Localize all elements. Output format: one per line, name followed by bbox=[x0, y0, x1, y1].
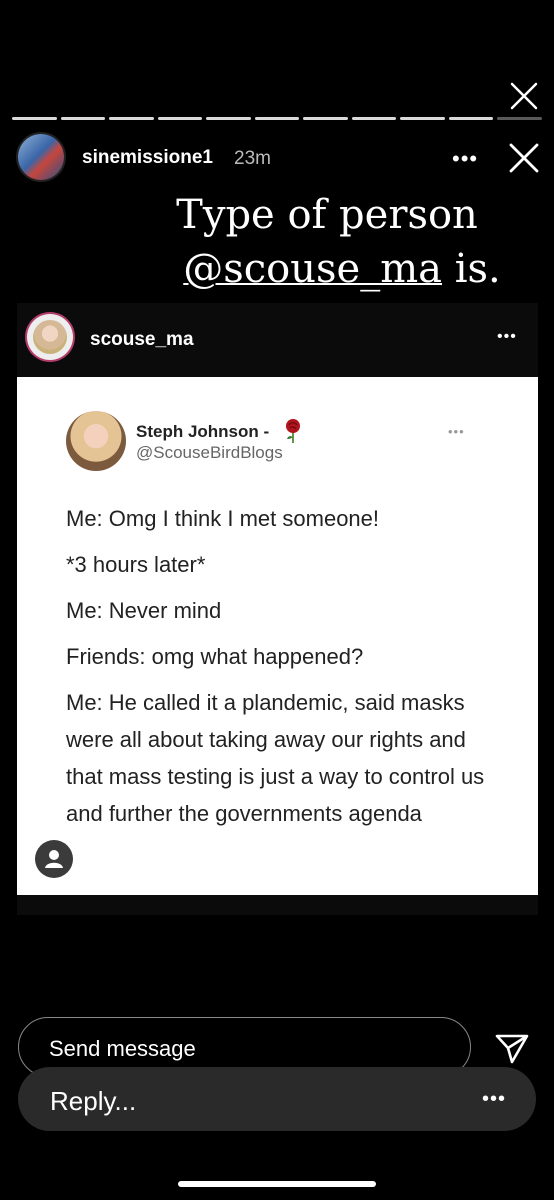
person-icon[interactable] bbox=[35, 840, 73, 878]
tweet-author-handle: @ScouseBirdBlogs bbox=[136, 443, 283, 462]
tweet-line: Me: Omg I think I met someone! bbox=[66, 506, 380, 531]
home-indicator[interactable] bbox=[178, 1181, 376, 1187]
more-icon[interactable]: ••• bbox=[482, 1088, 506, 1111]
send-message-placeholder[interactable]: Send message bbox=[49, 1036, 196, 1062]
more-icon[interactable]: ••• bbox=[452, 146, 478, 172]
tweet-line: Me: He called it a plandemic, said masks… bbox=[66, 690, 485, 826]
tweet-avatar bbox=[66, 411, 126, 471]
progress-segment bbox=[60, 117, 106, 120]
tweet-author-name: Steph Johnson - bbox=[136, 422, 270, 441]
post-username[interactable]: scouse_ma bbox=[90, 329, 194, 351]
story-time: 23m bbox=[234, 148, 271, 169]
story-caption: Type of person @scouse_ma is. bbox=[0, 188, 554, 296]
avatar[interactable] bbox=[18, 134, 64, 180]
reply-input[interactable]: Reply... bbox=[50, 1086, 136, 1117]
story-username[interactable]: sinemissione1 bbox=[82, 147, 213, 169]
progress-segment bbox=[303, 117, 348, 120]
close-icon[interactable] bbox=[506, 140, 542, 176]
caption-mention[interactable]: @scouse_ma bbox=[183, 246, 442, 292]
progress-segment bbox=[157, 117, 203, 120]
more-icon: ••• bbox=[448, 424, 465, 439]
rose-icon bbox=[286, 419, 300, 443]
send-icon[interactable] bbox=[495, 1033, 529, 1065]
progress-segment bbox=[254, 117, 300, 120]
caption-text: is. bbox=[442, 246, 501, 292]
more-icon[interactable]: ••• bbox=[497, 328, 517, 346]
close-icon[interactable] bbox=[506, 78, 542, 114]
progress-segment bbox=[448, 117, 494, 120]
tweet-line: Me: Never mind bbox=[66, 598, 222, 623]
post-avatar[interactable] bbox=[27, 314, 73, 360]
caption-line: Type of person bbox=[176, 192, 478, 238]
caption-line: @scouse_ma is. bbox=[0, 242, 554, 296]
story-progress-bar bbox=[12, 117, 543, 120]
progress-segment bbox=[400, 117, 445, 120]
progress-segment bbox=[12, 117, 57, 120]
progress-segment bbox=[497, 117, 543, 120]
progress-segment bbox=[109, 117, 154, 120]
tweet-line: Friends: omg what happened? bbox=[66, 644, 364, 669]
progress-segment bbox=[206, 117, 251, 120]
tweet-line: *3 hours later* bbox=[66, 552, 206, 577]
progress-segment bbox=[351, 117, 397, 120]
tweet-text: Me: Omg I think I met someone! *3 hours … bbox=[66, 500, 506, 832]
